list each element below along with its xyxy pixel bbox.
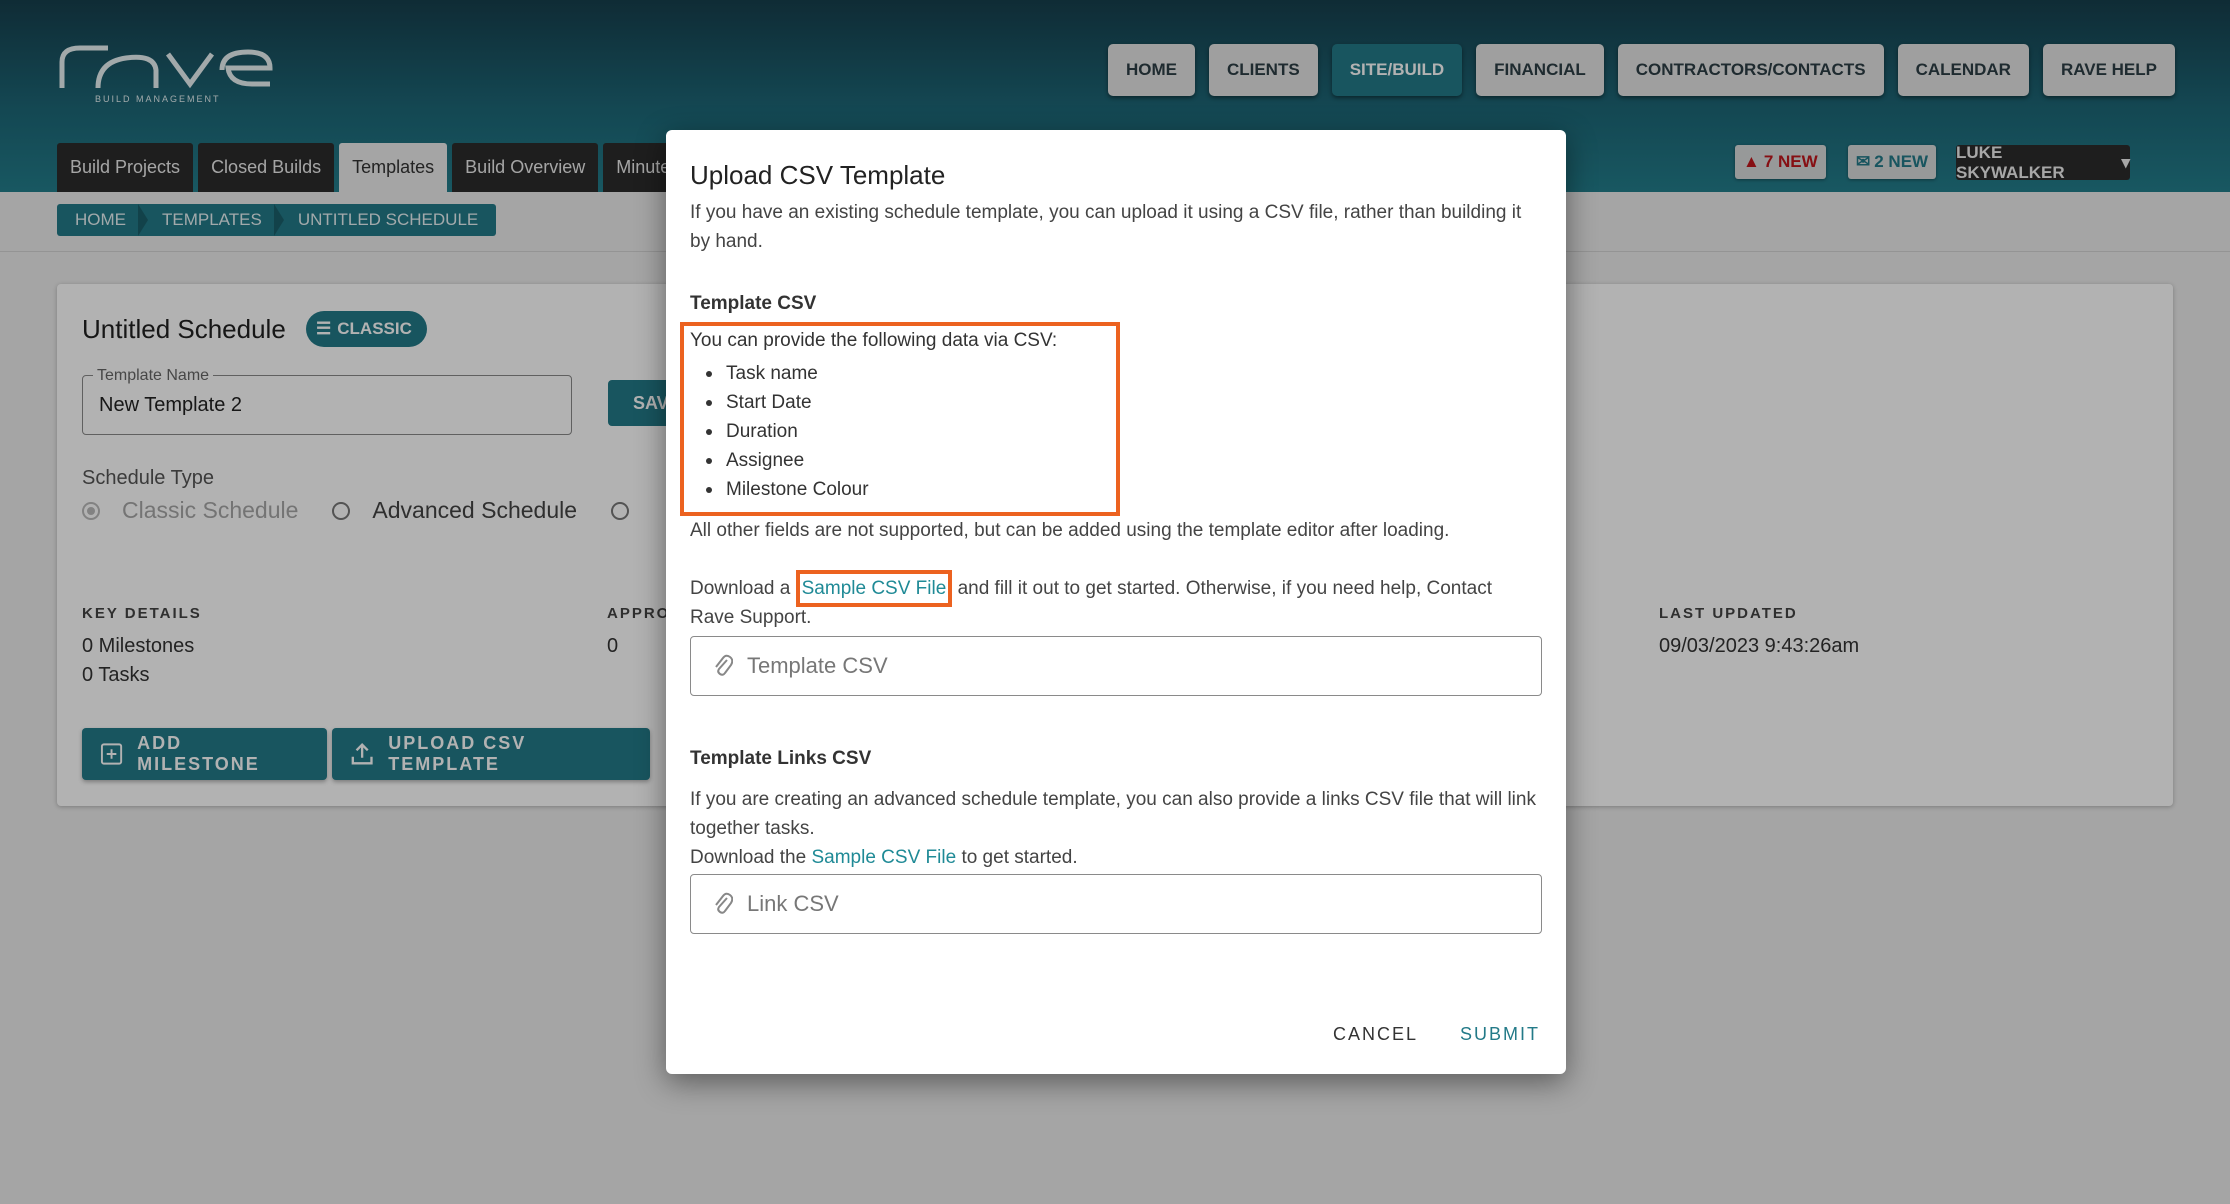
links-sample-csv-link[interactable]: Sample CSV File	[811, 847, 956, 868]
csv-fields-list: Task name Start Date Duration Assignee M…	[690, 359, 869, 504]
paperclip-icon	[715, 892, 733, 914]
modal-actions: CANCEL SUBMIT	[1333, 1024, 1540, 1045]
csv-fields-lead: You can provide the following data via C…	[690, 330, 1058, 351]
modal-title: Upload CSV Template	[690, 160, 946, 190]
list-item: Assignee	[690, 446, 869, 475]
template-csv-input[interactable]: Template CSV	[690, 636, 1542, 696]
link-csv-input[interactable]: Link CSV	[690, 874, 1542, 934]
submit-button[interactable]: SUBMIT	[1460, 1024, 1540, 1045]
links-download-prefix: Download the	[690, 847, 807, 868]
paperclip-icon	[715, 654, 733, 676]
list-item: Milestone Colour	[690, 475, 869, 504]
upload-csv-modal: Upload CSV Template If you have an exist…	[666, 130, 1566, 1074]
links-intro: If you are creating an advanced schedule…	[690, 789, 1536, 839]
template-links-csv-heading: Template Links CSV	[690, 748, 872, 769]
list-item: Start Date	[690, 388, 869, 417]
list-item: Task name	[690, 359, 869, 388]
links-download-instructions: Download the Sample CSV File to get star…	[690, 843, 1540, 872]
modal-intro: If you have an existing schedule templat…	[690, 202, 1522, 252]
unsupported-note: All other fields are not supported, but …	[690, 520, 1450, 541]
template-csv-heading: Template CSV	[690, 293, 817, 314]
link-csv-placeholder: Link CSV	[747, 891, 839, 916]
download-prefix: Download a	[690, 578, 791, 599]
sample-csv-link[interactable]: Sample CSV File	[795, 570, 953, 607]
download-instructions: Download a Sample CSV File and fill it o…	[690, 570, 1540, 632]
cancel-button[interactable]: CANCEL	[1333, 1024, 1418, 1045]
links-download-suffix: to get started.	[961, 847, 1078, 868]
template-csv-placeholder: Template CSV	[747, 653, 888, 678]
list-item: Duration	[690, 417, 869, 446]
